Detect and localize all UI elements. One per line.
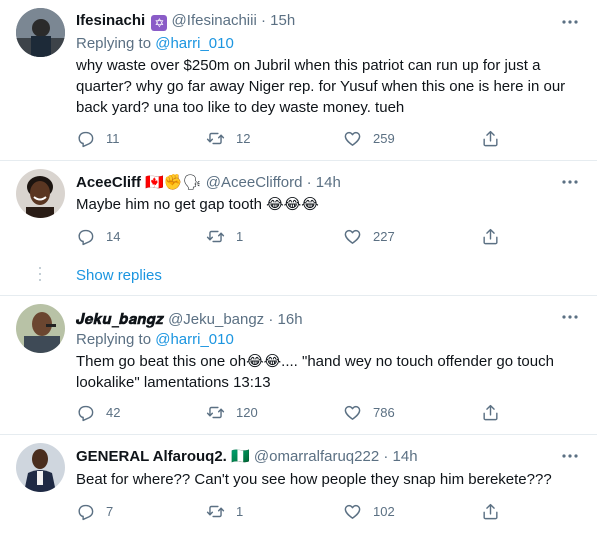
- mention-link[interactable]: @harri_010: [155, 35, 234, 52]
- like-count: 259: [373, 130, 395, 146]
- retweet-count: 120: [236, 404, 258, 420]
- reply-count: 11: [106, 130, 120, 146]
- heart-icon: [344, 504, 361, 519]
- tweet-actions: 7 1 102: [70, 500, 510, 522]
- nigeria-flag-icon: 🇳🇬: [231, 448, 250, 465]
- like-button[interactable]: 786: [343, 401, 395, 423]
- retweet-icon: [206, 230, 225, 242]
- like-count: 786: [373, 404, 395, 420]
- tweet-text: Maybe him no get gap tooth: [76, 196, 262, 213]
- retweet-button[interactable]: 12: [206, 127, 250, 149]
- separator-dot: ·: [260, 12, 266, 29]
- retweet-icon: [206, 505, 225, 517]
- share-icon: [483, 130, 498, 146]
- display-name[interactable]: Ifesinachi: [76, 12, 145, 29]
- retweet-count: 1: [236, 228, 244, 244]
- separator-dot: ·: [268, 311, 274, 328]
- heart-icon: [344, 229, 361, 244]
- star-of-david-icon: ✡: [151, 15, 168, 31]
- timestamp[interactable]: 15h: [270, 12, 295, 29]
- replying-to: Replying to @harri_010: [76, 34, 234, 54]
- replying-to: Replying to @harri_010: [76, 330, 234, 350]
- reply-icon: [78, 131, 94, 147]
- reply-button[interactable]: 11: [76, 127, 120, 149]
- share-icon: [483, 404, 498, 420]
- like-count: 102: [373, 503, 395, 519]
- user-handle[interactable]: @omarralfaruq222: [254, 448, 379, 465]
- reply-icon: [78, 405, 94, 421]
- tweet-text: Beat for where?? Can't you see how peopl…: [76, 471, 552, 488]
- tweet-actions: 42 120 786: [70, 401, 510, 423]
- reply-button[interactable]: 42: [76, 401, 120, 423]
- avatar[interactable]: [16, 169, 65, 218]
- more-options-icon[interactable]: [560, 307, 580, 327]
- tweet-3[interactable]: 𝑱𝒆𝒌𝒖_𝒃𝒂𝒏𝒈𝒛 @Jeku_bangz · 16h Replying to…: [0, 296, 597, 434]
- reply-icon: [78, 504, 94, 520]
- reply-count: 7: [106, 503, 114, 519]
- reply-count: 42: [106, 404, 121, 420]
- user-handle[interactable]: @Jeku_bangz: [168, 311, 264, 328]
- more-options-icon[interactable]: [560, 172, 580, 192]
- timestamp[interactable]: 16h: [278, 311, 303, 328]
- retweet-button[interactable]: 1: [206, 500, 243, 522]
- reply-button[interactable]: 7: [76, 500, 113, 522]
- timestamp[interactable]: 14h: [393, 448, 418, 465]
- tweet-text: why waste over $250m on Jubril when this…: [76, 57, 566, 116]
- user-handle[interactable]: @AceeClifford: [206, 174, 303, 191]
- show-replies-link[interactable]: Show replies: [76, 267, 162, 284]
- retweet-icon: [206, 132, 225, 144]
- reply-icon: [78, 229, 94, 245]
- like-button[interactable]: 259: [343, 127, 395, 149]
- share-button[interactable]: [481, 225, 500, 247]
- more-options-icon[interactable]: [560, 446, 580, 466]
- share-button[interactable]: [481, 500, 500, 522]
- mention-link[interactable]: @harri_010: [155, 331, 234, 348]
- tweet-text-container: Maybe him no get gap tooth 😂😂😂: [76, 194, 576, 215]
- laughing-emojis: 😂😂😂: [266, 196, 319, 213]
- share-icon: [483, 503, 498, 519]
- retweet-button[interactable]: 120: [206, 401, 258, 423]
- tweet-4[interactable]: GENERAL Alfarouq2. 🇳🇬 @omarralfaruq222 ·…: [0, 435, 597, 540]
- heart-icon: [344, 405, 361, 420]
- reply-count: 14: [106, 228, 121, 244]
- reply-button[interactable]: 14: [76, 225, 120, 247]
- retweet-count: 12: [236, 130, 251, 146]
- tweet-actions: 11 12 259: [70, 127, 510, 149]
- replying-to-label: Replying to: [76, 331, 152, 348]
- retweet-button[interactable]: 1: [206, 225, 243, 247]
- replying-to-label: Replying to: [76, 35, 152, 52]
- tweet-actions: 14 1 227: [70, 225, 510, 247]
- display-name[interactable]: GENERAL Alfarouq2.: [76, 448, 227, 465]
- tweet-2[interactable]: AceeCliff 🇨🇦✊🗣 @AceeClifford · 14h Maybe…: [0, 161, 597, 295]
- display-name[interactable]: 𝑱𝒆𝒌𝒖_𝒃𝒂𝒏𝒈𝒛: [76, 310, 164, 328]
- avatar[interactable]: [16, 443, 65, 492]
- like-button[interactable]: 227: [343, 225, 395, 247]
- tweet-1[interactable]: Ifesinachi ✡ @Ifesinachiii · 15h Replyin…: [0, 0, 597, 160]
- name-emojis: 🇨🇦✊🗣: [145, 174, 202, 191]
- heart-icon: [344, 131, 361, 146]
- share-icon: [483, 228, 498, 244]
- thread-continuation-dots: [39, 267, 41, 285]
- display-name[interactable]: AceeCliff: [76, 174, 141, 191]
- separator-dot: ·: [383, 448, 389, 465]
- more-options-icon[interactable]: [560, 12, 580, 32]
- avatar[interactable]: [16, 304, 65, 353]
- timestamp[interactable]: 14h: [316, 174, 341, 191]
- like-button[interactable]: 102: [343, 500, 395, 522]
- retweet-count: 1: [236, 503, 244, 519]
- share-button[interactable]: [481, 401, 500, 423]
- tweet-text: Them go beat this one oh😂😂.... "hand wey…: [76, 353, 554, 391]
- share-button[interactable]: [481, 127, 500, 149]
- like-count: 227: [373, 228, 395, 244]
- retweet-icon: [206, 406, 225, 418]
- separator-dot: ·: [306, 174, 312, 191]
- user-handle[interactable]: @Ifesinachiii: [172, 12, 257, 29]
- avatar[interactable]: [16, 8, 65, 57]
